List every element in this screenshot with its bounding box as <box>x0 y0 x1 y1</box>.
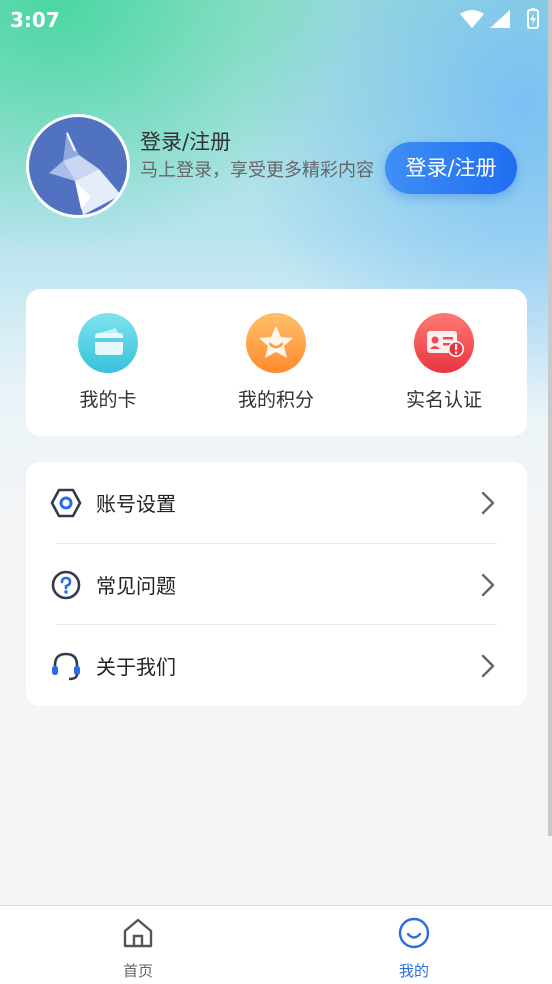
bottom-tab-bar: 首页 我的 <box>0 905 552 984</box>
quick-action-my-card[interactable]: 我的卡 <box>38 313 178 412</box>
wifi-icon <box>460 10 484 28</box>
tab-home[interactable]: 首页 <box>68 916 208 981</box>
chevron-right-icon <box>481 654 495 678</box>
quick-action-my-points[interactable]: 我的积分 <box>206 313 346 412</box>
scrollbar[interactable] <box>548 0 552 836</box>
quick-actions-card: 我的卡 我的积分 实名认证 <box>26 289 527 436</box>
quick-action-label: 实名认证 <box>405 389 482 411</box>
menu-item-label: 关于我们 <box>96 655 176 679</box>
status-time: 3:07 <box>10 8 60 32</box>
headset-icon <box>52 652 80 681</box>
profile-header-background <box>0 0 552 520</box>
card-icon <box>78 313 138 373</box>
tab-mine[interactable]: 我的 <box>344 916 484 981</box>
quick-action-label: 我的卡 <box>79 389 137 411</box>
menu-item-about-us[interactable]: 关于我们 <box>26 625 527 706</box>
star-icon <box>246 313 306 373</box>
menu-item-label: 常见问题 <box>96 574 176 598</box>
id-card-alert-icon <box>414 313 474 373</box>
tab-label: 首页 <box>122 962 153 980</box>
status-icons <box>460 8 539 29</box>
login-hint-text: 马上登录，享受更多精彩内容 <box>140 160 374 181</box>
status-bar: 3:07 <box>0 0 552 38</box>
login-register-title[interactable]: 登录/注册 <box>140 126 231 156</box>
quick-action-label: 我的积分 <box>237 389 314 411</box>
tab-label: 我的 <box>398 962 429 980</box>
signal-icon <box>490 10 510 28</box>
chevron-right-icon <box>481 573 495 597</box>
login-register-button[interactable]: 登录/注册 <box>385 142 517 194</box>
menu-item-label: 账号设置 <box>96 492 176 516</box>
menu-item-account-settings[interactable]: 账号设置 <box>26 462 527 543</box>
settings-menu-card: 账号设置 常见问题 关于我们 <box>26 462 527 706</box>
question-circle-icon <box>51 570 81 600</box>
settings-hexagon-icon <box>50 488 82 518</box>
avatar[interactable] <box>26 114 130 218</box>
chevron-right-icon <box>481 491 495 515</box>
unicorn-logo-icon <box>49 131 121 215</box>
quick-action-real-name-auth[interactable]: 实名认证 <box>374 313 514 412</box>
home-icon <box>123 918 153 948</box>
menu-item-faq[interactable]: 常见问题 <box>26 544 527 625</box>
smile-icon <box>398 917 430 949</box>
